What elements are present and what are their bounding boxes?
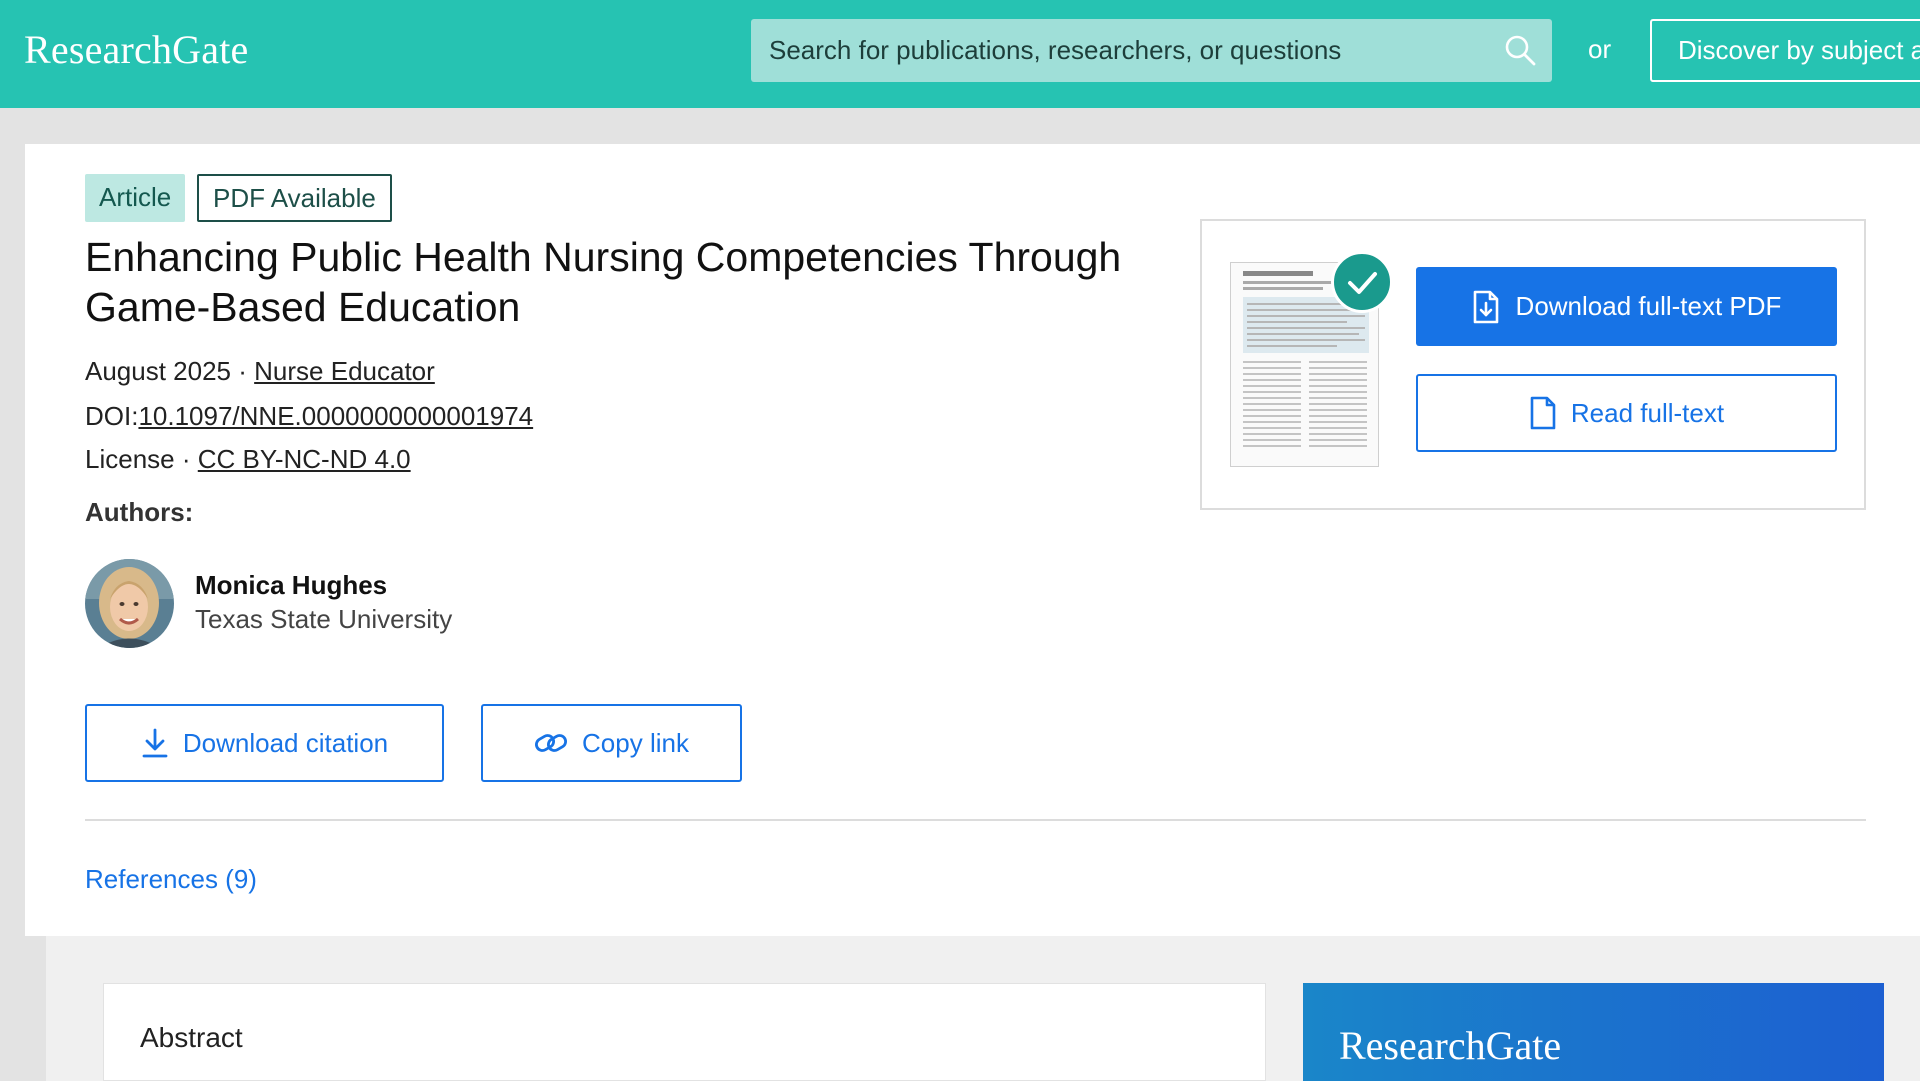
file-download-icon — [1473, 290, 1498, 323]
doi-line: DOI:10.1097/NNE.0000000000001974 — [85, 401, 533, 432]
researchgate-logo[interactable]: ResearchGate — [24, 26, 249, 73]
doi-link[interactable]: 10.1097/NNE.0000000000001974 — [138, 401, 533, 431]
download-citation-button[interactable]: Download citation — [85, 704, 444, 782]
or-separator: or — [1588, 34, 1612, 64]
license-line: License · CC BY-NC-ND 4.0 — [85, 444, 411, 475]
doi-label: DOI: — [85, 401, 139, 431]
section-divider — [85, 819, 1866, 821]
search-box[interactable] — [751, 19, 1552, 82]
search-input[interactable] — [751, 19, 1471, 82]
tab-references[interactable]: References (9) — [85, 864, 257, 895]
top-navigation-bar: ResearchGate or Discover by subject area — [0, 0, 1920, 108]
article-type-badge: Article — [85, 174, 186, 222]
promo-logo: ResearchGate — [1339, 1023, 1562, 1068]
meta-separator: · — [238, 356, 247, 386]
discover-by-subject-button[interactable]: Discover by subject area — [1650, 19, 1920, 82]
author-photo — [85, 559, 174, 648]
author-institution: Texas State University — [195, 604, 453, 634]
search-icon[interactable] — [1502, 32, 1538, 68]
meta-separator: · — [181, 444, 191, 474]
authors-label: Authors: — [85, 497, 194, 527]
file-icon — [1530, 396, 1556, 430]
abstract-heading: Abstract — [140, 1022, 243, 1053]
publication-meta: August 2025 · Nurse Educator — [85, 356, 435, 387]
avatar[interactable] — [85, 559, 174, 648]
license-label: License — [85, 444, 175, 474]
read-full-text-button[interactable]: Read full-text — [1416, 374, 1837, 452]
download-full-text-pdf-button[interactable]: Download full-text PDF — [1416, 267, 1837, 346]
link-icon — [535, 734, 568, 752]
download-icon — [142, 728, 168, 758]
copy-link-button[interactable]: Copy link — [481, 704, 742, 782]
license-link[interactable]: CC BY-NC-ND 4.0 — [198, 444, 411, 474]
checkmark-icon — [1331, 251, 1393, 313]
download-pdf-label: Download full-text PDF — [1515, 291, 1782, 321]
read-full-text-label: Read full-text — [1570, 397, 1725, 428]
download-citation-label: Download citation — [182, 727, 389, 758]
abstract-section — [103, 983, 1266, 1081]
copy-link-label: Copy link — [582, 727, 689, 758]
page-title: Enhancing Public Health Nursing Competen… — [85, 234, 1122, 330]
author-name[interactable]: Monica Hughes — [195, 570, 387, 601]
publication-date: August 2025 — [85, 356, 232, 386]
journal-link[interactable]: Nurse Educator — [254, 356, 435, 386]
pdf-available-badge: PDF Available — [197, 174, 392, 222]
